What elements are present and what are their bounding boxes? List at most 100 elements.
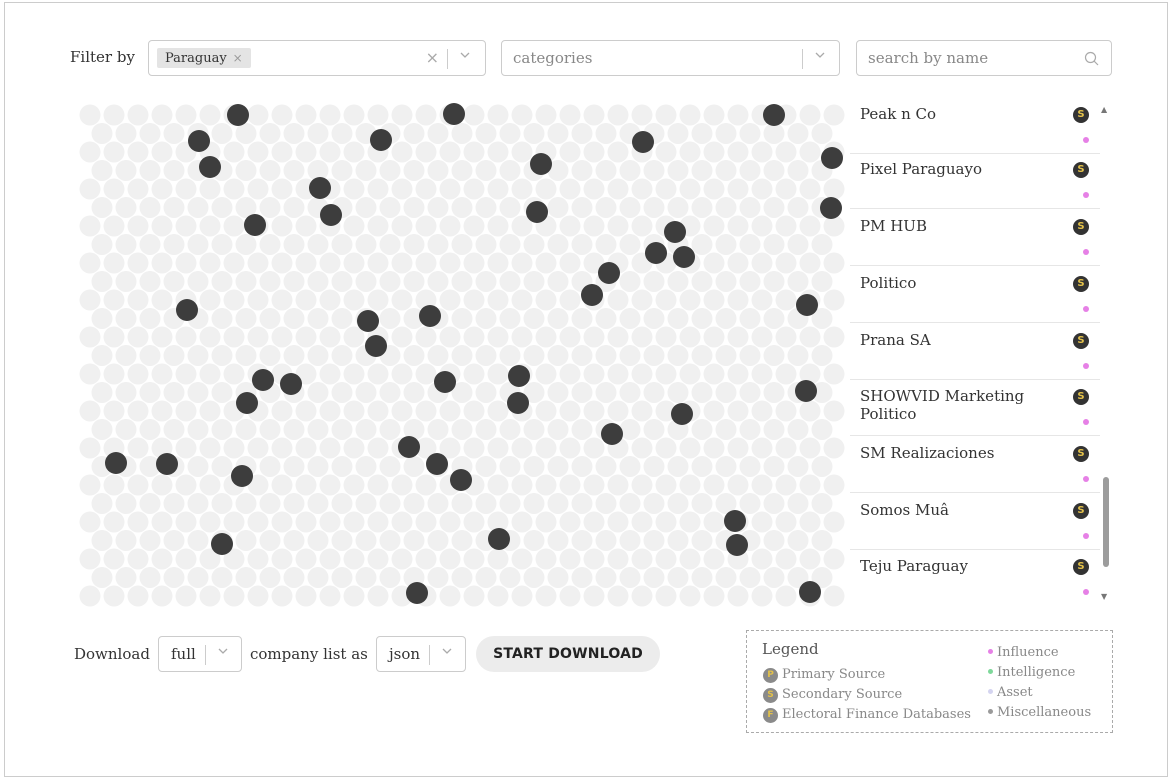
company-bubble[interactable] xyxy=(571,419,593,440)
company-bubble[interactable] xyxy=(271,215,293,237)
company-bubble[interactable] xyxy=(631,326,653,348)
company-bubble[interactable] xyxy=(163,567,185,588)
company-bubble[interactable] xyxy=(535,474,557,496)
company-bubble[interactable] xyxy=(487,215,509,237)
company-bubble[interactable] xyxy=(331,234,353,255)
company-bubble[interactable] xyxy=(199,437,221,459)
company-bubble[interactable] xyxy=(163,382,185,403)
company-bubble[interactable] xyxy=(463,437,485,459)
company-bubble[interactable] xyxy=(559,252,581,274)
company-bubble[interactable] xyxy=(211,419,233,440)
company-bubble[interactable] xyxy=(475,567,497,588)
company-bubble[interactable] xyxy=(559,400,581,422)
company-bubble[interactable] xyxy=(667,345,689,366)
company-bubble[interactable] xyxy=(91,197,113,218)
company-bubble[interactable] xyxy=(91,308,113,329)
company-bubble[interactable] xyxy=(703,548,725,570)
company-bubble[interactable] xyxy=(523,530,545,551)
company-bubble[interactable] xyxy=(415,104,437,126)
company-bubble[interactable] xyxy=(595,234,617,255)
company-bubble[interactable] xyxy=(427,493,449,514)
company-bubble[interactable] xyxy=(127,400,149,422)
company-bubble[interactable] xyxy=(391,252,413,274)
company-bubble[interactable] xyxy=(259,419,281,440)
company-bubble[interactable] xyxy=(175,215,197,237)
company-bubble[interactable] xyxy=(127,585,149,607)
company-bubble[interactable] xyxy=(643,456,665,477)
company-bubble[interactable] xyxy=(631,215,653,237)
company-bubble[interactable] xyxy=(523,271,545,292)
company-bubble[interactable] xyxy=(367,289,389,311)
company-bubble[interactable] xyxy=(175,178,197,200)
company-bubble[interactable] xyxy=(403,160,425,181)
company-bubble[interactable] xyxy=(367,215,389,237)
company-bubble[interactable] xyxy=(355,419,377,440)
company-bubble[interactable] xyxy=(367,437,389,459)
company-bubble[interactable] xyxy=(715,234,737,255)
company-bubble[interactable] xyxy=(211,567,233,588)
company-bubble[interactable] xyxy=(175,511,197,533)
company-bubble[interactable] xyxy=(127,178,149,200)
company-bubble[interactable] xyxy=(451,123,473,144)
company-bubble[interactable] xyxy=(691,530,713,551)
company-bubble[interactable] xyxy=(391,178,413,200)
company-bubble[interactable] xyxy=(355,160,377,181)
company-bubble[interactable] xyxy=(679,548,701,570)
company-bubble[interactable] xyxy=(247,511,269,533)
company-bubble[interactable] xyxy=(511,437,533,459)
highlighted-company-bubble[interactable] xyxy=(365,335,387,357)
company-bubble[interactable] xyxy=(643,382,665,403)
company-bubble[interactable] xyxy=(487,474,509,496)
company-bubble[interactable] xyxy=(175,437,197,459)
highlighted-company-bubble[interactable] xyxy=(426,453,448,475)
company-bubble[interactable] xyxy=(823,252,845,274)
company-bubble[interactable] xyxy=(247,585,269,607)
company-bubble[interactable] xyxy=(439,178,461,200)
company-bubble[interactable] xyxy=(499,456,521,477)
company-bubble[interactable] xyxy=(775,511,797,533)
company-bubble[interactable] xyxy=(379,493,401,514)
company-bubble[interactable] xyxy=(103,585,125,607)
company-bubble[interactable] xyxy=(439,289,461,311)
company-bubble[interactable] xyxy=(283,493,305,514)
company-bubble[interactable] xyxy=(751,178,773,200)
company-bubble[interactable] xyxy=(775,548,797,570)
company-bubble[interactable] xyxy=(91,160,113,181)
company-bubble[interactable] xyxy=(295,437,317,459)
company-bubble[interactable] xyxy=(247,326,269,348)
company-bubble[interactable] xyxy=(307,567,329,588)
company-bubble[interactable] xyxy=(91,419,113,440)
company-bubble[interactable] xyxy=(391,215,413,237)
company-bubble[interactable] xyxy=(319,141,341,163)
company-bubble[interactable] xyxy=(439,326,461,348)
company-bubble[interactable] xyxy=(535,252,557,274)
company-bubble[interactable] xyxy=(199,326,221,348)
company-bubble[interactable] xyxy=(139,419,161,440)
company-bubble[interactable] xyxy=(631,104,653,126)
company-bubble[interactable] xyxy=(79,437,101,459)
company-bubble[interactable] xyxy=(283,271,305,292)
company-bubble[interactable] xyxy=(295,252,317,274)
company-bubble[interactable] xyxy=(643,419,665,440)
company-bubble[interactable] xyxy=(271,511,293,533)
company-bubble[interactable] xyxy=(115,234,137,255)
company-bubble[interactable] xyxy=(547,271,569,292)
company-bubble[interactable] xyxy=(427,123,449,144)
company-bubble[interactable] xyxy=(79,363,101,385)
company-bubble[interactable] xyxy=(403,530,425,551)
company-bubble[interactable] xyxy=(319,511,341,533)
company-bubble[interactable] xyxy=(751,437,773,459)
company-bubble[interactable] xyxy=(607,511,629,533)
company-bubble[interactable] xyxy=(331,493,353,514)
company-bubble[interactable] xyxy=(787,419,809,440)
company-bubble[interactable] xyxy=(283,567,305,588)
company-bubble[interactable] xyxy=(187,234,209,255)
company-bubble[interactable] xyxy=(259,234,281,255)
company-bubble[interactable] xyxy=(787,493,809,514)
company-bubble[interactable] xyxy=(571,123,593,144)
company-bubble[interactable] xyxy=(355,456,377,477)
company-bubble[interactable] xyxy=(703,215,725,237)
company-bubble[interactable] xyxy=(115,123,137,144)
company-bubble[interactable] xyxy=(151,215,173,237)
company-bubble[interactable] xyxy=(751,511,773,533)
